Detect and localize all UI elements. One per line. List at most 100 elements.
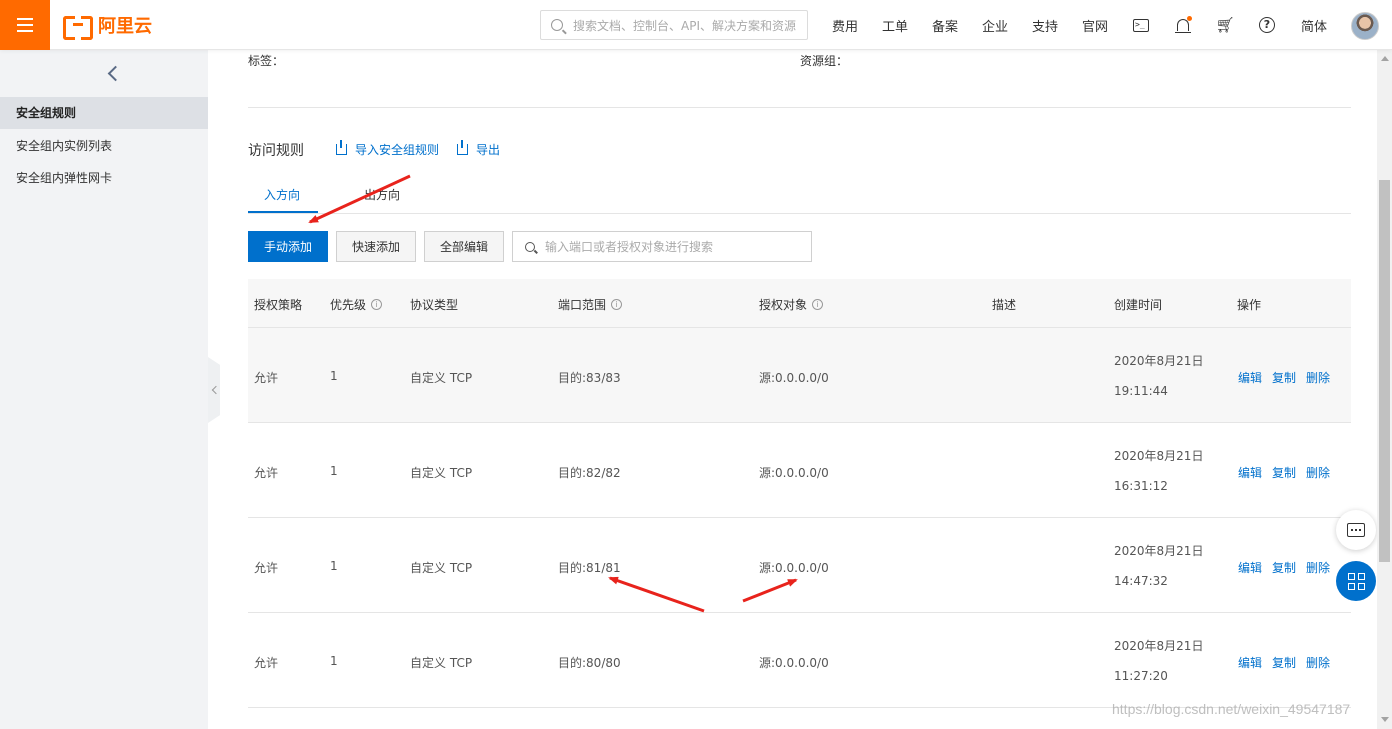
col-port-range: 端口范围 i [558, 296, 623, 313]
apps-button[interactable] [1336, 561, 1376, 601]
edit-link[interactable]: 编辑 [1238, 369, 1262, 386]
import-rules-label: 导入安全组规则 [355, 143, 440, 157]
import-rules-link[interactable]: 导入安全组规则 [336, 140, 440, 158]
copy-link[interactable]: 复制 [1272, 559, 1296, 576]
cell-priority: 1 [330, 464, 338, 478]
cell-date: 2020年8月21日 [1114, 449, 1204, 463]
cell-policy: 允许 [254, 656, 279, 670]
col-actions: 操作 [1237, 298, 1262, 312]
cell-port: 目的:83/83 [558, 371, 621, 385]
col-auth-object: 授权对象 i [759, 296, 824, 313]
cell-time: 16:31:12 [1114, 479, 1168, 493]
rule-search-placeholder: 输入端口或者授权对象进行搜索 [545, 240, 714, 254]
edit-link[interactable]: 编辑 [1238, 559, 1262, 576]
scroll-down-icon[interactable] [1381, 717, 1389, 722]
chevron-left-icon [211, 385, 220, 395]
rule-search-input[interactable]: 输入端口或者授权对象进行搜索 [512, 231, 812, 262]
export-icon [457, 140, 468, 155]
access-rules-title: 访问规则 [248, 143, 304, 159]
delete-link[interactable]: 删除 [1306, 559, 1330, 576]
table-row: 允许 1 自定义 TCP 目的:80/80 源:0.0.0.0/0 2020年8… [248, 613, 1351, 708]
nav-tickets[interactable]: 工单 [881, 0, 909, 50]
top-bar: 阿里云 搜索文档、控制台、API、解决方案和资源 费用 工单 备案 企业 支持 … [0, 0, 1392, 50]
quick-add-button[interactable]: 快速添加 [336, 231, 416, 262]
divider [248, 107, 1351, 108]
export-link[interactable]: 导出 [457, 140, 501, 158]
col-priority: 优先级 i [330, 296, 383, 313]
table-header: 授权策略 优先级 i 协议类型 端口范围 i 授权对象 i 描述 创建时间 操作 [248, 279, 1351, 328]
info-icon[interactable]: i [611, 299, 623, 310]
resource-group-label: 资源组： [800, 54, 849, 68]
aliyun-logo[interactable]: 阿里云 [63, 13, 152, 40]
cart-icon[interactable]: 🛒︎ [1215, 15, 1235, 35]
cell-priority: 1 [330, 654, 338, 668]
cell-time: 19:11:44 [1114, 384, 1168, 398]
chat-button[interactable] [1336, 510, 1376, 550]
scrollbar-thumb[interactable] [1379, 180, 1390, 562]
watermark: https://blog.csdn.net/weixin_49547187 [1112, 701, 1351, 717]
chat-icon [1347, 523, 1365, 537]
edit-link[interactable]: 编辑 [1238, 654, 1262, 671]
tag-label: 标签： [248, 54, 285, 68]
sidebar-item-sg-rules[interactable]: 安全组规则 [0, 97, 208, 129]
cell-source: 源:0.0.0.0/0 [759, 561, 829, 575]
nav-fees[interactable]: 费用 [831, 0, 859, 50]
back-icon[interactable] [103, 63, 123, 83]
table-row: 允许 1 自定义 TCP 目的:82/82 源:0.0.0.0/0 2020年8… [248, 423, 1351, 518]
manual-add-button[interactable]: 手动添加 [248, 231, 328, 262]
sidebar-item-instances[interactable]: 安全组内实例列表 [0, 130, 208, 162]
cell-port: 目的:80/80 [558, 656, 621, 670]
search-icon [525, 241, 535, 252]
cell-time: 14:47:32 [1114, 574, 1168, 588]
menu-button[interactable] [0, 0, 50, 50]
col-created-time: 创建时间 [1114, 298, 1163, 312]
aliyun-logo-mark [63, 16, 93, 40]
delete-link[interactable]: 删除 [1306, 464, 1330, 481]
global-search-input[interactable]: 搜索文档、控制台、API、解决方案和资源 [540, 10, 808, 40]
col-policy: 授权策略 [254, 298, 303, 312]
nav-official-site[interactable]: 官网 [1081, 0, 1109, 50]
tabs-divider [248, 213, 1351, 214]
cell-policy: 允许 [254, 561, 279, 575]
copy-link[interactable]: 复制 [1272, 369, 1296, 386]
bell-icon[interactable] [1173, 15, 1193, 35]
cell-source: 源:0.0.0.0/0 [759, 466, 829, 480]
cell-source: 源:0.0.0.0/0 [759, 656, 829, 670]
cell-port: 目的:81/81 [558, 561, 621, 575]
sidebar-item-enis[interactable]: 安全组内弹性网卡 [0, 162, 208, 194]
info-icon[interactable]: i [812, 299, 824, 310]
table-row: 允许 1 自定义 TCP 目的:81/81 源:0.0.0.0/0 2020年8… [248, 518, 1351, 613]
col-description: 描述 [992, 298, 1017, 312]
cell-priority: 1 [330, 369, 338, 383]
edit-all-button[interactable]: 全部编辑 [424, 231, 504, 262]
cell-policy: 允许 [254, 466, 279, 480]
copy-link[interactable]: 复制 [1272, 654, 1296, 671]
tab-outbound[interactable]: 出方向 [364, 186, 400, 203]
apps-icon [1347, 572, 1355, 580]
delete-link[interactable]: 删除 [1306, 654, 1330, 671]
language-switch[interactable]: 简体 [1300, 0, 1328, 50]
sidebar-collapse-handle[interactable] [208, 357, 220, 423]
search-icon [551, 19, 563, 31]
cell-protocol: 自定义 TCP [410, 656, 473, 670]
upload-icon [336, 140, 347, 155]
cell-date: 2020年8月21日 [1114, 544, 1204, 558]
nav-support[interactable]: 支持 [1031, 0, 1059, 50]
copy-link[interactable]: 复制 [1272, 464, 1296, 481]
tab-inbound[interactable]: 入方向 [264, 186, 300, 203]
delete-link[interactable]: 删除 [1306, 369, 1330, 386]
hamburger-icon [17, 18, 33, 32]
nav-icp[interactable]: 备案 [931, 0, 959, 50]
user-avatar[interactable] [1351, 12, 1379, 40]
help-icon[interactable]: ? [1257, 15, 1277, 35]
nav-enterprise[interactable]: 企业 [981, 0, 1009, 50]
cell-date: 2020年8月21日 [1114, 639, 1204, 653]
info-icon[interactable]: i [371, 299, 383, 310]
notification-dot [1187, 16, 1192, 21]
scroll-up-icon[interactable] [1381, 56, 1389, 61]
edit-link[interactable]: 编辑 [1238, 464, 1262, 481]
search-placeholder: 搜索文档、控制台、API、解决方案和资源 [573, 18, 796, 33]
terminal-icon[interactable]: >_ [1131, 15, 1151, 35]
cell-protocol: 自定义 TCP [410, 466, 473, 480]
export-label: 导出 [476, 143, 501, 157]
